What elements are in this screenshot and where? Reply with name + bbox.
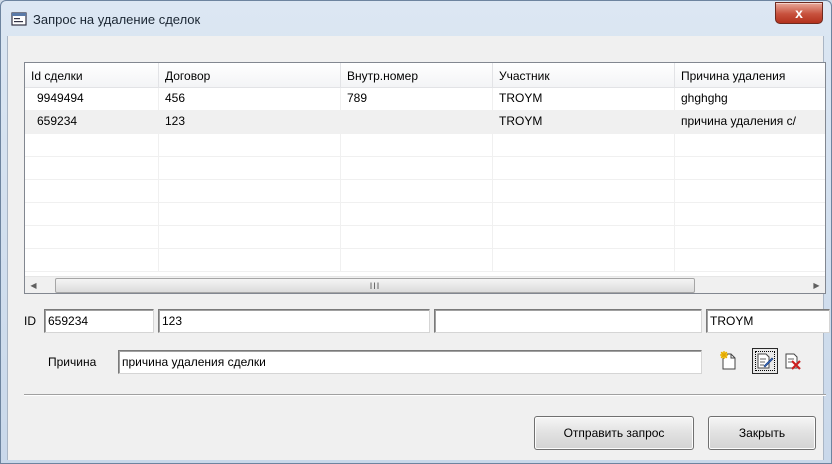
reason-label: Причина: [48, 355, 97, 369]
horizontal-scrollbar[interactable]: ◀ III ▶: [25, 276, 825, 293]
id-label: ID: [24, 314, 36, 328]
column-header-contract[interactable]: Договор: [159, 63, 341, 88]
column-header-participant[interactable]: Участник: [493, 63, 675, 88]
participant-field[interactable]: TROYM: [706, 309, 830, 333]
column-header-reason[interactable]: Причина удаления: [675, 63, 825, 88]
cell-deal-id: 9949494: [25, 88, 159, 111]
cell-participant: TROYM: [493, 111, 675, 134]
new-record-button[interactable]: [716, 348, 742, 374]
window-title: Запрос на удаление сделок: [33, 12, 201, 27]
send-request-button[interactable]: Отправить запрос: [534, 416, 694, 450]
empty-row: [25, 134, 825, 157]
cell-reason: ghghghg: [675, 88, 825, 111]
scroll-left-icon[interactable]: ◀: [25, 277, 42, 293]
title-bar[interactable]: Запрос на удаление сделок x: [1, 1, 831, 37]
cell-contract: 123: [159, 111, 341, 134]
close-button[interactable]: Закрыть: [708, 416, 816, 450]
cell-deal-id: 659234: [25, 111, 159, 134]
cell-contract: 456: [159, 88, 341, 111]
cell-internal-number: 789: [341, 88, 493, 111]
empty-row: [25, 226, 825, 249]
column-header-deal-id[interactable]: Id сделки: [25, 63, 159, 88]
empty-row: [25, 157, 825, 180]
reason-field[interactable]: причина удаления сделки: [118, 350, 702, 374]
dialog-window-icon: [11, 12, 27, 26]
list-body: 9949494 456 789 TROYM ghghghg 659234 123…: [25, 88, 825, 272]
empty-row: [25, 203, 825, 226]
close-window-button[interactable]: x: [775, 2, 823, 24]
empty-row: [25, 180, 825, 203]
contract-field[interactable]: 123: [158, 309, 430, 333]
edit-document-icon: [757, 353, 774, 369]
internal-number-field[interactable]: [434, 309, 702, 333]
cell-internal-number: [341, 111, 493, 134]
deals-list[interactable]: Id сделки Договор Внутр.номер Участник П…: [24, 62, 826, 294]
scroll-grip-icon: III: [369, 280, 381, 291]
id-field[interactable]: 659234: [44, 309, 154, 333]
cell-participant: TROYM: [493, 88, 675, 111]
table-row[interactable]: 9949494 456 789 TROYM ghghghg: [25, 88, 825, 111]
column-header-internal-number[interactable]: Внутр.номер: [341, 63, 493, 88]
edit-record-button[interactable]: [752, 348, 778, 374]
delete-record-button[interactable]: [780, 348, 806, 374]
table-row[interactable]: 659234 123 TROYM причина удаления с/: [25, 111, 825, 134]
close-icon: x: [795, 5, 803, 21]
scroll-thumb[interactable]: III: [55, 278, 695, 293]
scroll-right-icon[interactable]: ▶: [808, 277, 825, 293]
empty-row: [25, 249, 825, 272]
list-header: Id сделки Договор Внутр.номер Участник П…: [25, 63, 825, 88]
new-document-icon: [720, 351, 736, 370]
cell-reason: причина удаления с/: [675, 111, 825, 134]
cell-deal-id-text: 659234: [37, 114, 78, 128]
separator: [24, 394, 826, 396]
delete-document-icon: [785, 353, 801, 370]
cell-deal-id-text: 9949494: [37, 91, 84, 105]
